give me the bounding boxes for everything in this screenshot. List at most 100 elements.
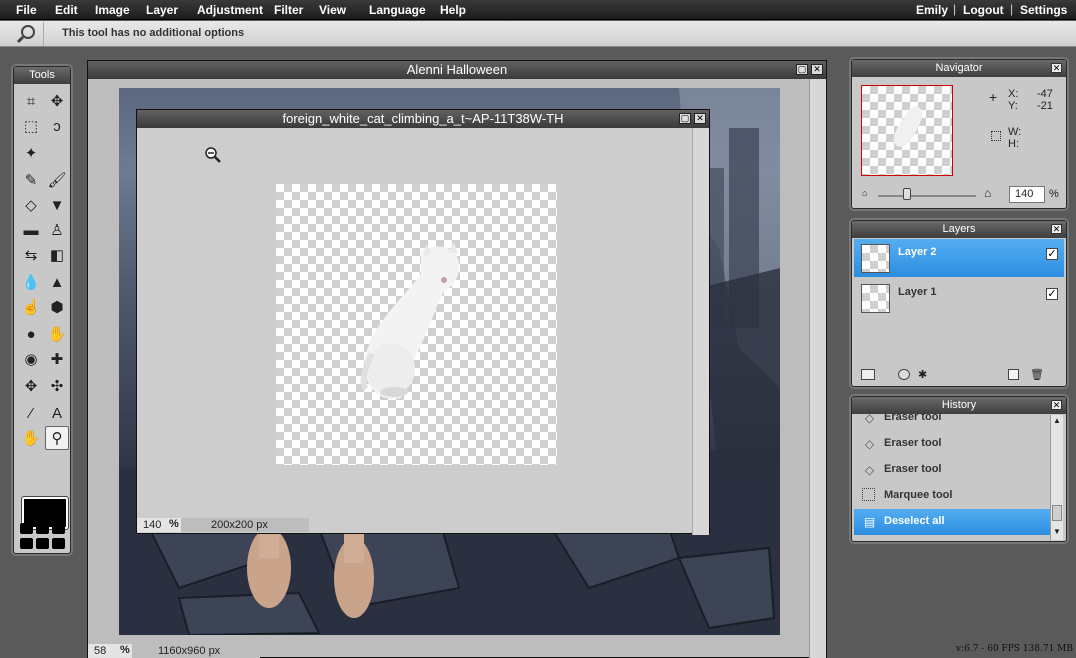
history-item[interactable]: ◇ Eraser tool xyxy=(854,414,1050,431)
hand-tool-icon[interactable]: ✋ xyxy=(19,426,43,450)
main-zoom-value[interactable]: 58 xyxy=(94,645,106,657)
swatch-preset[interactable] xyxy=(20,538,33,549)
bloat-tool-icon[interactable]: ✥ xyxy=(19,374,43,398)
layers-title: Layers xyxy=(852,221,1066,238)
color-picker-tool-icon[interactable]: ⁄ xyxy=(19,401,43,425)
new-layer-icon[interactable] xyxy=(1008,369,1019,380)
navigator-title: Navigator xyxy=(852,60,1066,77)
cat-window-title[interactable]: foreign_white_cat_climbing_a_t~AP-11T38W… xyxy=(137,110,709,128)
sponge-tool-icon[interactable]: ⬢ xyxy=(45,295,69,319)
user-name[interactable]: Emily xyxy=(916,3,948,17)
sharpen-tool-icon[interactable]: ▲ xyxy=(45,270,69,294)
scroll-down-icon[interactable]: ▼ xyxy=(1051,527,1063,539)
settings-link[interactable]: Settings xyxy=(1020,3,1067,17)
close-button[interactable]: ✕ xyxy=(694,113,706,124)
swatch-preset[interactable] xyxy=(36,523,49,534)
menu-filter[interactable]: Filter xyxy=(274,3,303,17)
brush-tool-icon[interactable]: 🖌 xyxy=(45,168,69,192)
dodge-tool-icon[interactable]: ● xyxy=(19,322,43,346)
swatch-preset[interactable] xyxy=(52,538,65,549)
menu-edit[interactable]: Edit xyxy=(55,3,78,17)
burn-tool-icon[interactable]: ✋ xyxy=(45,322,69,346)
history-item[interactable]: ◇ Eraser tool xyxy=(854,431,1050,457)
menu-file[interactable]: File xyxy=(16,3,37,17)
layer-row[interactable]: Layer 2 ✓ xyxy=(854,239,1064,277)
history-item[interactable]: ▤ Deselect all xyxy=(854,509,1050,535)
clone-stamp-tool-icon[interactable]: ♙ xyxy=(45,218,69,242)
nav-y-label: Y: xyxy=(1008,100,1018,112)
main-zoom-unit: % xyxy=(120,644,130,656)
version-info: v:6.7 - 60 FPS 138.71 MB xyxy=(956,644,1074,654)
menu-view[interactable]: View xyxy=(319,3,346,17)
layer-settings-icon[interactable] xyxy=(861,369,875,380)
nav-zoom-input[interactable]: 140 xyxy=(1009,186,1045,203)
bucket-tool-icon[interactable]: ▼ xyxy=(45,193,69,217)
scrollbar-thumb[interactable] xyxy=(1052,505,1062,521)
smudge-tool-icon[interactable]: ☝ xyxy=(19,295,43,319)
shape-tool-icon[interactable]: ◧ xyxy=(45,243,69,267)
blur-tool-icon[interactable]: 💧 xyxy=(19,270,43,294)
menu-language[interactable]: Language xyxy=(369,3,426,17)
main-window-scrollbar[interactable] xyxy=(809,79,826,658)
deselect-icon: ▤ xyxy=(863,514,876,529)
history-scrollbar[interactable]: ▲ ▼ xyxy=(1050,415,1063,540)
main-window-title[interactable]: Alenni Halloween xyxy=(88,61,826,79)
crop-tool-icon[interactable]: ⌗ xyxy=(19,89,43,113)
menu-layer[interactable]: Layer xyxy=(146,3,178,17)
zoom-slider-track[interactable] xyxy=(878,195,976,197)
layer-visibility-checkbox[interactable]: ✓ xyxy=(1046,248,1058,260)
color-replace-tool-icon[interactable]: ⇆ xyxy=(19,243,43,267)
zoom-slider-thumb[interactable] xyxy=(903,188,912,200)
layer-visibility-checkbox[interactable]: ✓ xyxy=(1046,288,1058,300)
menu-image[interactable]: Image xyxy=(95,3,130,17)
layer-styles-icon[interactable]: ✱ xyxy=(918,368,927,381)
nav-zoom-unit: % xyxy=(1049,188,1059,200)
maximize-button[interactable]: ▢ xyxy=(796,64,808,75)
cat-zoom-value[interactable]: 140 xyxy=(143,519,161,531)
zoom-tool-icon[interactable]: ⚲ xyxy=(45,426,69,450)
close-button[interactable]: ✕ xyxy=(811,64,823,75)
history-title: History xyxy=(852,397,1066,414)
cat-canvas[interactable] xyxy=(276,184,557,465)
spot-heal-tool-icon[interactable]: ✚ xyxy=(45,347,69,371)
marquee-tool-icon[interactable]: ⬚ xyxy=(19,114,43,138)
menu-adjustment[interactable]: Adjustment xyxy=(197,3,263,17)
close-icon[interactable]: ✕ xyxy=(1051,224,1062,234)
layer-mask-icon[interactable] xyxy=(898,369,910,380)
layer-name: Layer 1 xyxy=(898,286,937,298)
scroll-up-icon[interactable]: ▲ xyxy=(1051,416,1063,428)
history-item[interactable]: Marquee tool xyxy=(854,483,1050,509)
pencil-tool-icon[interactable]: ✎ xyxy=(19,168,43,192)
gradient-tool-icon[interactable]: ▬ xyxy=(19,218,43,242)
eraser-tool-icon[interactable]: ◇ xyxy=(19,193,43,217)
logout-link[interactable]: Logout xyxy=(963,3,1004,17)
magic-wand-tool-icon[interactable]: ✦ xyxy=(19,141,43,165)
history-item-label: Deselect all xyxy=(884,515,945,527)
layer-row[interactable]: Layer 1 ✓ xyxy=(854,279,1064,317)
cat-window-scrollbar[interactable] xyxy=(692,128,709,535)
close-icon[interactable]: ✕ xyxy=(1051,400,1062,410)
cat-window-status-bar: 140 % 200x200 px xyxy=(137,518,309,532)
zoom-out-small-icon[interactable]: ⌂ xyxy=(862,188,867,198)
menu-help[interactable]: Help xyxy=(440,3,466,17)
close-icon[interactable]: ✕ xyxy=(1051,63,1062,73)
swatch-preset[interactable] xyxy=(20,523,33,534)
tool-options-bar: This tool has no additional options xyxy=(0,21,1076,47)
history-item[interactable]: ◇ Eraser tool xyxy=(854,457,1050,483)
swatch-preset[interactable] xyxy=(36,538,49,549)
swatch-preset[interactable] xyxy=(52,523,65,534)
zoom-out-cursor-icon xyxy=(204,146,222,164)
pinch-tool-icon[interactable]: ✣ xyxy=(45,374,69,398)
trash-icon[interactable]: 🗑 xyxy=(1030,368,1044,381)
history-item-label: Eraser tool xyxy=(884,463,942,475)
nav-h-label: H: xyxy=(1008,138,1019,150)
text-tool-icon[interactable]: A xyxy=(45,401,69,425)
red-eye-tool-icon[interactable]: ◉ xyxy=(19,347,43,371)
lasso-tool-icon[interactable]: ↄ xyxy=(45,114,69,138)
navigator-preview[interactable] xyxy=(861,85,953,176)
zoom-in-small-icon[interactable]: ⌂ xyxy=(984,186,991,200)
maximize-button[interactable]: ▢ xyxy=(679,113,691,124)
move-tool-icon[interactable]: ✥ xyxy=(45,89,69,113)
nav-x-label: X: xyxy=(1008,88,1019,100)
white-cat-image xyxy=(360,242,460,400)
